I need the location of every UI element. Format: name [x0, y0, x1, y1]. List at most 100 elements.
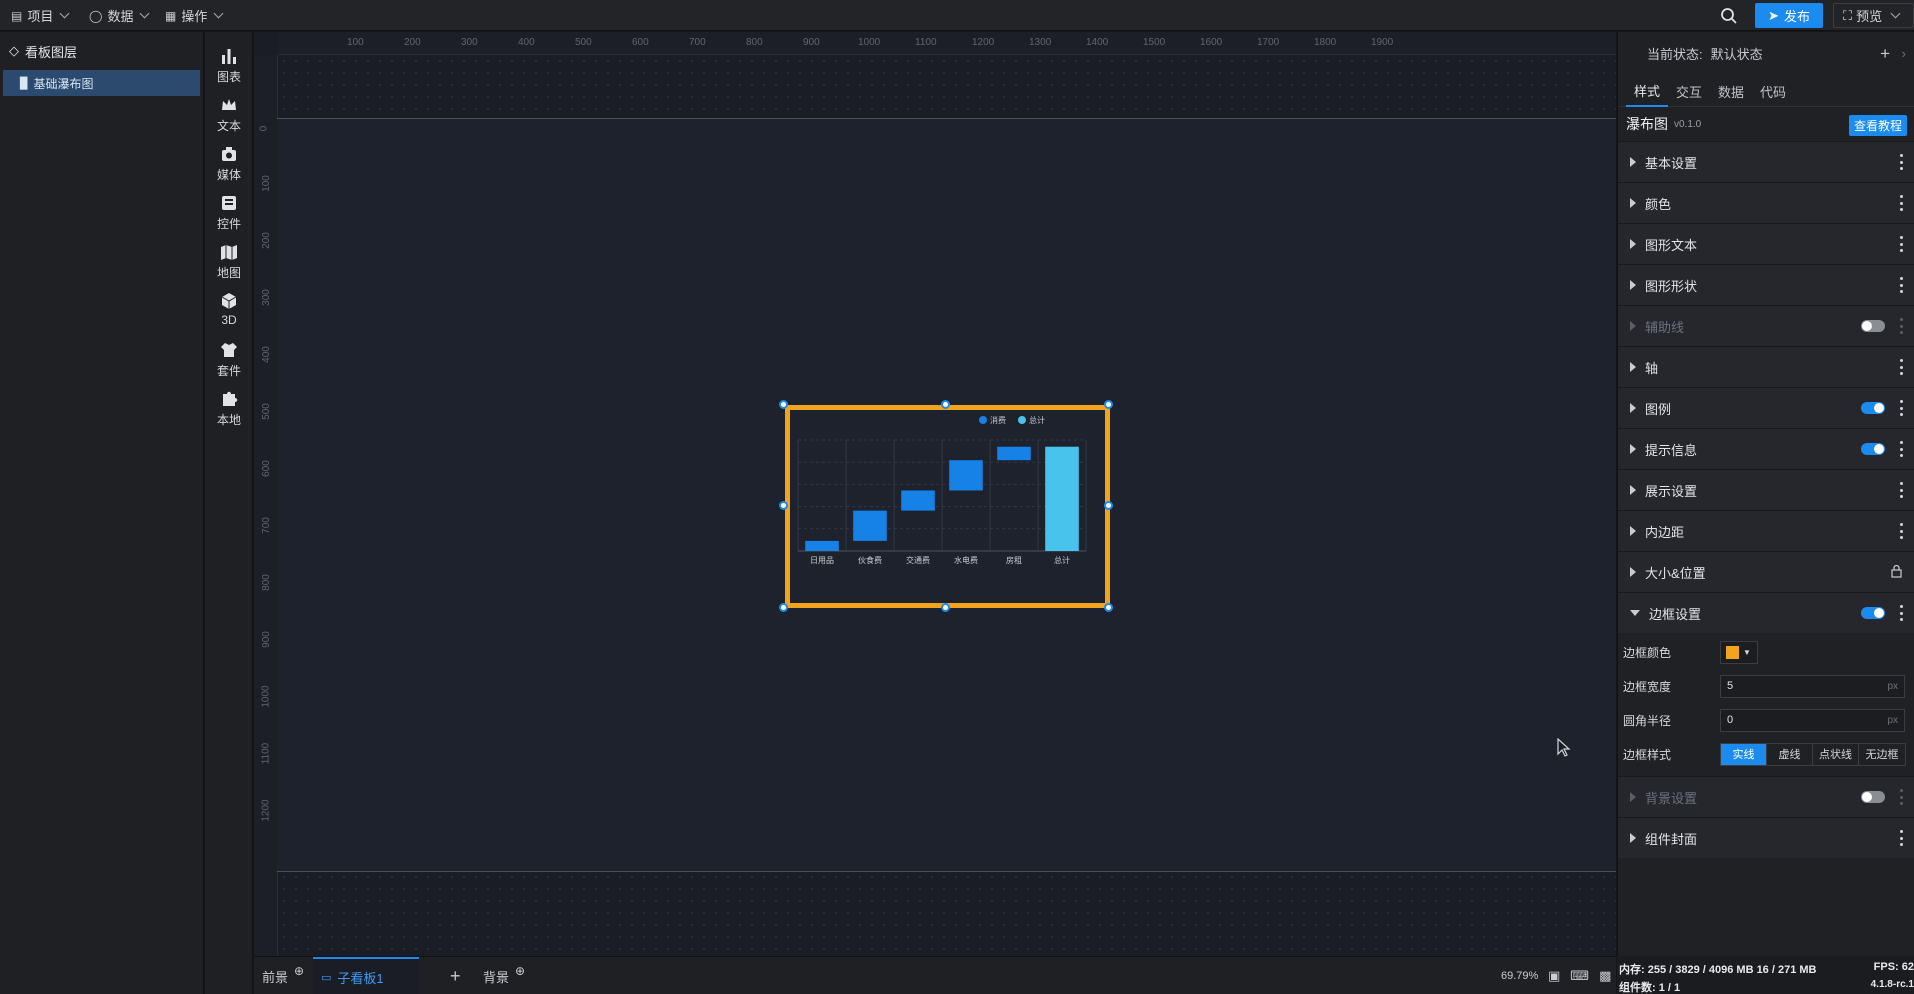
- border-radius-input[interactable]: 0 px: [1720, 708, 1905, 732]
- tab-background[interactable]: 背景 ⊕: [483, 957, 525, 994]
- publish-button[interactable]: ➤ 发布: [1755, 3, 1823, 28]
- resize-handle-w[interactable]: [779, 501, 788, 510]
- section-6[interactable]: 图例: [1618, 387, 1914, 428]
- ruler-top: 100 200 300 400 500 600 700 800 900 1000…: [278, 32, 1616, 55]
- bar-consumption: [949, 460, 983, 491]
- legend-label: 消费: [990, 415, 1006, 425]
- style-dotted[interactable]: 点状线: [1813, 743, 1859, 765]
- chevron-down-icon: [213, 8, 224, 19]
- component-chart[interactable]: 图表: [205, 46, 253, 85]
- caret-right-icon: [1630, 157, 1636, 167]
- border-width-input[interactable]: 5 px: [1720, 674, 1905, 698]
- section-toggle[interactable]: [1861, 607, 1885, 619]
- x-tick-label: 交通费: [906, 555, 930, 565]
- tab-code[interactable]: 代码: [1752, 75, 1794, 107]
- section-0[interactable]: 背景设置: [1618, 776, 1914, 817]
- more-icon[interactable]: [1900, 523, 1904, 539]
- border-color-picker[interactable]: ▼: [1720, 640, 1758, 664]
- add-state-icon[interactable]: +: [1880, 44, 1890, 64]
- resize-handle-e[interactable]: [1104, 501, 1113, 510]
- add-circle-icon[interactable]: ⊕: [515, 964, 525, 978]
- resize-handle-se[interactable]: [1104, 603, 1113, 612]
- resize-handle-sw[interactable]: [779, 603, 788, 612]
- resize-handle-s[interactable]: [941, 603, 950, 612]
- zoom-level[interactable]: 69.79%: [1501, 957, 1538, 994]
- section-toggle[interactable]: [1861, 320, 1885, 332]
- component-control[interactable]: 控件: [205, 193, 253, 232]
- component-text[interactable]: 文本: [205, 95, 253, 134]
- section-label: 辅助线: [1645, 319, 1685, 335]
- more-icon[interactable]: [1900, 318, 1904, 334]
- project-menu[interactable]: ▤ 项目: [11, 0, 70, 31]
- section-10[interactable]: 大小&位置: [1618, 551, 1914, 592]
- more-icon[interactable]: [1900, 154, 1904, 170]
- keyboard-icon[interactable]: ⌨: [1570, 968, 1589, 984]
- bottom-bar: 前景 ⊕ ▭ 子看板1 + 背景 ⊕ 69.79% ▣ ⌨ ▩: [254, 956, 1616, 994]
- section-0[interactable]: 基本设置: [1618, 141, 1914, 182]
- more-icon[interactable]: [1900, 195, 1904, 211]
- section-toggle[interactable]: [1861, 443, 1885, 455]
- border-radius-row: 圆角半径 0 px: [1618, 703, 1914, 737]
- section-1[interactable]: 颜色: [1618, 182, 1914, 223]
- add-tab-button[interactable]: +: [450, 957, 461, 994]
- grid-icon: ▦: [165, 8, 177, 23]
- component-3d[interactable]: 3D: [205, 291, 253, 327]
- section-toggle[interactable]: [1861, 402, 1885, 414]
- section-label: 大小&位置: [1645, 565, 1706, 581]
- preview-button[interactable]: ⛶ 预览: [1833, 3, 1914, 28]
- section-5[interactable]: 轴: [1618, 346, 1914, 387]
- tab-foreground[interactable]: 前景 ⊕: [262, 957, 304, 994]
- more-icon[interactable]: [1900, 277, 1904, 293]
- fit-screen-icon[interactable]: ▣: [1548, 968, 1560, 984]
- resize-handle-nw[interactable]: [779, 400, 788, 409]
- tab-style[interactable]: 样式: [1626, 75, 1669, 107]
- caret-right-icon: [1630, 567, 1636, 577]
- section-8[interactable]: 展示设置: [1618, 469, 1914, 510]
- style-none[interactable]: 无边框: [1859, 744, 1905, 765]
- resize-handle-n[interactable]: [941, 400, 950, 409]
- border-style-segment: 实线 虚线 点状线 无边框: [1720, 742, 1906, 766]
- section-7[interactable]: 提示信息: [1618, 428, 1914, 469]
- more-icon[interactable]: [1900, 400, 1904, 416]
- terminal-icon[interactable]: ▩: [1599, 968, 1611, 984]
- component-local[interactable]: 本地: [205, 389, 253, 428]
- section-11[interactable]: 边框设置: [1618, 592, 1914, 633]
- style-dashed[interactable]: 虚线: [1767, 743, 1813, 765]
- section-3[interactable]: 图形形状: [1618, 264, 1914, 305]
- chevron-right-icon[interactable]: ›: [1902, 46, 1906, 61]
- component-map[interactable]: 地图: [205, 242, 253, 281]
- layer-item[interactable]: ▉ 基础瀑布图: [3, 70, 200, 96]
- caret-right-icon: [1630, 444, 1636, 454]
- lock-icon[interactable]: [1891, 564, 1902, 581]
- component-media[interactable]: 媒体: [205, 144, 253, 183]
- more-icon[interactable]: [1900, 482, 1904, 498]
- top-bar: ▤ 项目 ◯ 数据 ▦ 操作 ➤ 发布 ⛶ 预览: [0, 0, 1914, 31]
- section-label: 提示信息: [1645, 442, 1698, 458]
- section-4[interactable]: 辅助线: [1618, 305, 1914, 346]
- section-2[interactable]: 图形文本: [1618, 223, 1914, 264]
- section-label: 边框设置: [1649, 606, 1702, 622]
- waterfall-chart-component[interactable]: 日用品 伙食费 交通费 水电费 房租 总计 消费 总计: [785, 405, 1110, 608]
- section-toggle[interactable]: [1861, 791, 1885, 803]
- more-icon[interactable]: [1900, 830, 1904, 846]
- data-menu[interactable]: ◯ 数据: [89, 0, 150, 31]
- more-icon[interactable]: [1900, 441, 1904, 457]
- add-circle-icon[interactable]: ⊕: [294, 964, 304, 978]
- more-icon[interactable]: [1900, 605, 1904, 621]
- tutorial-button[interactable]: 查看教程: [1848, 115, 1907, 136]
- more-icon[interactable]: [1900, 236, 1904, 252]
- more-icon[interactable]: [1900, 789, 1904, 805]
- monitor-icon: ▭: [321, 971, 332, 984]
- more-icon[interactable]: [1900, 359, 1904, 375]
- tab-interaction[interactable]: 交互: [1668, 75, 1710, 107]
- section-9[interactable]: 内边距: [1618, 510, 1914, 551]
- style-solid[interactable]: 实线: [1721, 743, 1767, 765]
- search-icon[interactable]: [1720, 7, 1738, 25]
- component-bar: 图表 文本 媒体 控件 地图 3D 套件 本地: [205, 32, 253, 994]
- component-kit[interactable]: 套件: [205, 340, 253, 379]
- resize-handle-ne[interactable]: [1104, 400, 1113, 409]
- operate-menu[interactable]: ▦ 操作: [165, 0, 224, 31]
- tab-sub-board[interactable]: ▭ 子看板1: [313, 957, 419, 994]
- section-1[interactable]: 组件封面: [1618, 817, 1914, 858]
- tab-data[interactable]: 数据: [1710, 75, 1752, 107]
